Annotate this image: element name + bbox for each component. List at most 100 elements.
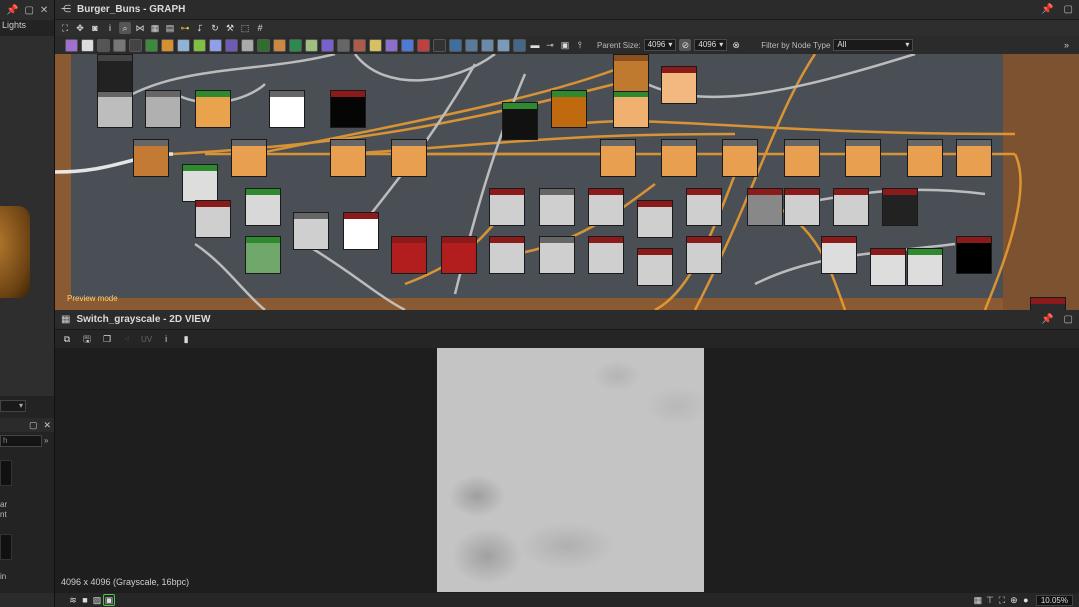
graph-node[interactable] <box>343 212 379 250</box>
tool-sphere-icon[interactable] <box>225 38 238 52</box>
graph-node[interactable] <box>1030 297 1066 310</box>
list-icon[interactable]: ▤ <box>164 22 176 34</box>
grid-icon[interactable]: # <box>254 22 266 34</box>
library-search-input[interactable]: h <box>0 435 42 447</box>
tool-shuffle-icon[interactable] <box>129 38 142 52</box>
pin-icon[interactable]: 📌 <box>1041 314 1053 325</box>
graph-node[interactable] <box>613 90 649 128</box>
tool-drop-icon[interactable] <box>289 38 302 52</box>
lights-tab[interactable]: Lights <box>0 20 54 34</box>
graph-node[interactable] <box>907 248 943 286</box>
tool-tile3-icon[interactable] <box>497 38 510 52</box>
node-type-filter-select[interactable]: All ▾ <box>833 39 914 51</box>
graph-node[interactable] <box>784 188 820 226</box>
align-icon[interactable]: ⋈ <box>134 22 146 34</box>
graph-node[interactable] <box>391 139 427 177</box>
frame-icon[interactable]: ⛶ <box>59 22 71 34</box>
expand-icon[interactable]: » <box>44 436 48 445</box>
graph-node[interactable] <box>956 236 992 274</box>
graph-node[interactable] <box>489 188 525 226</box>
dot-icon[interactable]: ⫯ <box>574 39 586 51</box>
graph-node[interactable] <box>600 139 636 177</box>
route-icon[interactable]: ⮦ <box>194 22 206 34</box>
close-icon[interactable]: ✕ <box>40 5 48 16</box>
graph-node[interactable] <box>956 139 992 177</box>
tool-blur-icon[interactable] <box>97 38 110 52</box>
info-icon[interactable]: i <box>160 333 172 345</box>
graph-node[interactable] <box>182 164 218 202</box>
tool-pixel-icon[interactable] <box>449 38 462 52</box>
refresh-icon[interactable]: ↻ <box>209 22 221 34</box>
tool-curve-icon[interactable] <box>145 38 158 52</box>
graph-node[interactable] <box>907 139 943 177</box>
graph-node[interactable] <box>293 212 329 250</box>
close-icon[interactable]: ✕ <box>43 420 51 431</box>
left-dropdown[interactable]: ▾ <box>0 400 26 412</box>
graph-node[interactable] <box>821 236 857 274</box>
tool-transform-icon[interactable] <box>401 38 414 52</box>
maximize-icon[interactable]: ▢ <box>1064 4 1073 15</box>
tool-text-icon[interactable] <box>81 38 94 52</box>
parent-size-select[interactable]: 4096 ▾ <box>643 39 677 51</box>
image-icon[interactable]: ▣ <box>103 594 115 606</box>
graph-node[interactable] <box>133 139 169 177</box>
zoom-slider-icon[interactable]: ● <box>1020 594 1032 606</box>
export-icon[interactable]: ⬚ <box>239 22 251 34</box>
graph-node[interactable] <box>686 236 722 274</box>
graph-node[interactable] <box>330 139 366 177</box>
graph-node[interactable] <box>551 90 587 128</box>
graph-node[interactable] <box>97 54 133 92</box>
center-icon[interactable]: ⊕ <box>1008 594 1020 606</box>
library-item-thumb[interactable] <box>0 460 12 486</box>
graph-node[interactable] <box>870 248 906 286</box>
tool-color-icon[interactable] <box>161 38 174 52</box>
fit-icon[interactable]: ⛶ <box>996 594 1008 606</box>
graph-node[interactable] <box>245 236 281 274</box>
graph-node[interactable] <box>613 54 649 92</box>
layout-icon[interactable]: ▦ <box>149 22 161 34</box>
graph-node[interactable] <box>637 200 673 238</box>
graph-node[interactable] <box>661 66 697 104</box>
save-icon[interactable]: 🖫 <box>81 333 93 345</box>
tool-tile-icon[interactable] <box>465 38 478 52</box>
graph-node[interactable] <box>245 188 281 226</box>
black-square-icon[interactable]: ■ <box>79 594 91 606</box>
graph-node[interactable] <box>784 139 820 177</box>
tool-bit-icon[interactable] <box>337 38 350 52</box>
tool-font-icon[interactable] <box>385 38 398 52</box>
graph-node[interactable] <box>441 236 477 274</box>
move-icon[interactable]: ✥ <box>74 22 86 34</box>
graph-node[interactable] <box>195 200 231 238</box>
graph-node[interactable] <box>195 90 231 128</box>
tool-bitmap-icon[interactable] <box>65 38 78 52</box>
graph-canvas[interactable]: Preview mode <box>55 54 1079 310</box>
connector-icon[interactable]: ⊶ <box>179 22 191 34</box>
histogram-icon[interactable]: ▮ <box>180 333 192 345</box>
library-item-thumb[interactable] <box>0 534 12 560</box>
float-icon[interactable]: ▢ <box>29 420 38 431</box>
graph-node[interactable] <box>882 188 918 226</box>
graph-node[interactable] <box>539 236 575 274</box>
graph-node[interactable] <box>686 188 722 226</box>
tool-switch-icon[interactable] <box>433 38 446 52</box>
layers-icon[interactable]: ≋ <box>67 594 79 606</box>
3d-viewport[interactable] <box>0 36 54 396</box>
graph-node[interactable] <box>269 90 305 128</box>
copy-icon[interactable]: ⧉ <box>61 333 73 345</box>
graph-node[interactable] <box>845 139 881 177</box>
link-icon[interactable]: ⊘ <box>679 39 692 51</box>
tool-rgb-icon[interactable] <box>321 38 334 52</box>
tool-mountain-icon[interactable] <box>305 38 318 52</box>
tool-add-icon[interactable] <box>257 38 270 52</box>
zoom-input[interactable]: 10.05% <box>1035 594 1073 606</box>
pin-icon[interactable]: 📌 <box>1041 4 1053 15</box>
graph-node[interactable] <box>661 139 697 177</box>
graph-node[interactable] <box>747 188 783 226</box>
tool-tile2-icon[interactable] <box>481 38 494 52</box>
comment-icon[interactable]: ▬ <box>529 39 541 51</box>
graph-node[interactable] <box>97 90 133 128</box>
graph-node[interactable] <box>588 236 624 274</box>
pin-icon[interactable]: 📌 <box>6 5 18 16</box>
reset-icon[interactable]: ⊗ <box>730 39 742 51</box>
tool-cube-icon[interactable] <box>241 38 254 52</box>
